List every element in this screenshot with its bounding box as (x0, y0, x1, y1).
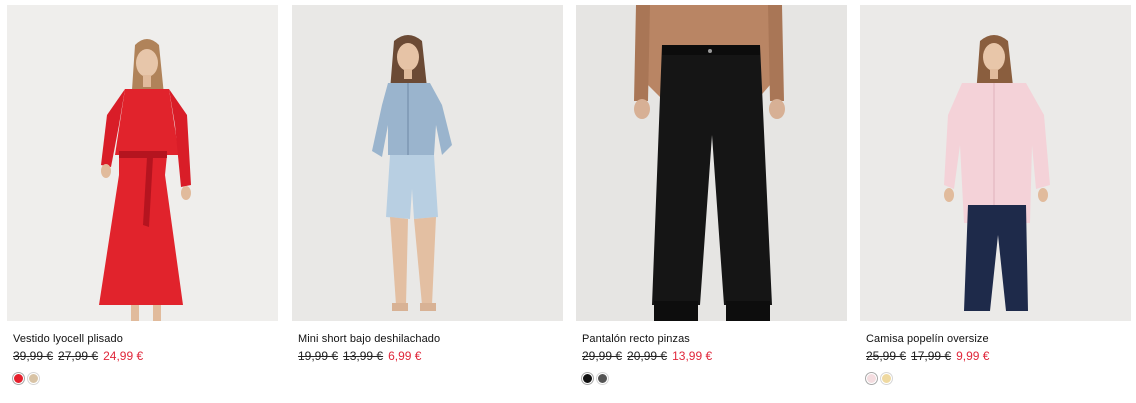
previous-price: 20,99 € (627, 349, 668, 363)
sale-price: 13,99 € (672, 349, 713, 363)
original-price: 19,99 € (298, 349, 339, 363)
color-swatch-pink[interactable] (866, 373, 877, 384)
product-prices: 19,99 € 13,99 € 6,99 € (298, 349, 564, 363)
product-card[interactable]: Camisa popelín oversize 25,99 € 17,99 € 9,… (860, 5, 1132, 385)
color-swatch-beige[interactable] (28, 373, 39, 384)
product-name[interactable]: Vestido lyocell plisado (13, 333, 279, 345)
original-price: 25,99 € (866, 349, 907, 363)
product-image-pantalon[interactable] (576, 5, 847, 321)
color-swatch-yellow[interactable] (881, 373, 892, 384)
product-card[interactable]: Pantalón recto pinzas 29,99 € 20,99 € 13,9… (576, 5, 848, 385)
product-name[interactable]: Mini short bajo deshilachado (298, 333, 564, 345)
product-image-camisa[interactable] (860, 5, 1131, 321)
product-image-mini-short[interactable] (292, 5, 563, 321)
product-card[interactable]: Mini short bajo deshilachado 19,99 € 13,9… (292, 5, 564, 385)
product-prices: 25,99 € 17,99 € 9,99 € (866, 349, 1132, 363)
original-price: 39,99 € (13, 349, 54, 363)
original-price: 29,99 € (582, 349, 623, 363)
previous-price: 13,99 € (343, 349, 384, 363)
product-image-vestido[interactable] (7, 5, 278, 321)
product-prices: 39,99 € 27,99 € 24,99 € (13, 349, 279, 363)
product-name[interactable]: Camisa popelín oversize (866, 333, 1132, 345)
color-swatches (298, 373, 564, 385)
color-swatches (866, 373, 1132, 385)
sale-price: 24,99 € (103, 349, 144, 363)
color-swatch-red[interactable] (13, 373, 24, 384)
sale-price: 6,99 € (388, 349, 422, 363)
sale-price: 9,99 € (956, 349, 990, 363)
color-swatch-grey[interactable] (597, 373, 608, 384)
product-card[interactable]: Vestido lyocell plisado 39,99 € 27,99 € 24… (7, 5, 279, 385)
product-prices: 29,99 € 20,99 € 13,99 € (582, 349, 848, 363)
color-swatch-black[interactable] (582, 373, 593, 384)
color-swatches (13, 373, 279, 385)
color-swatches (582, 373, 848, 385)
previous-price: 17,99 € (911, 349, 952, 363)
product-name[interactable]: Pantalón recto pinzas (582, 333, 848, 345)
product-grid: Vestido lyocell plisado 39,99 € 27,99 € 24… (0, 0, 1136, 403)
previous-price: 27,99 € (58, 349, 99, 363)
